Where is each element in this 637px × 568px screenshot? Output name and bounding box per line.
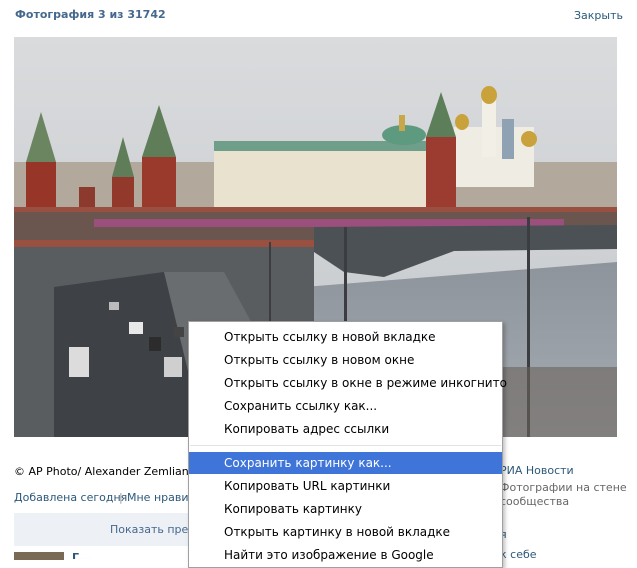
photo-copyright: © AP Photo/ Alexander Zemlianichenko bbox=[14, 465, 190, 478]
page-title: Фотография 3 из 31742 bbox=[15, 8, 166, 21]
separator: | bbox=[119, 491, 123, 504]
menu-item-copy-link-address[interactable]: Копировать адрес ссылки bbox=[189, 418, 502, 440]
menu-item-save-image-as[interactable]: Сохранить картинку как... bbox=[189, 452, 502, 474]
menu-item-save-link-as[interactable]: Сохранить ссылку как... bbox=[189, 395, 502, 417]
wall-photos-label-line2: сообщества bbox=[500, 495, 570, 508]
menu-item-copy-image[interactable]: Копировать картинку bbox=[189, 498, 502, 520]
menu-item-open-link-new-window[interactable]: Открыть ссылку в новом окне bbox=[189, 349, 502, 371]
added-date-link[interactable]: Добавлена сегодня bbox=[14, 491, 127, 504]
context-menu: Открыть ссылку в новой вкладке Открыть с… bbox=[188, 321, 507, 568]
close-link[interactable]: Закрыть bbox=[574, 9, 623, 22]
menu-item-search-image-google[interactable]: Найти это изображение в Google bbox=[189, 544, 502, 566]
album-link[interactable]: РИА Новости bbox=[500, 464, 574, 477]
menu-item-open-link-incognito[interactable]: Открыть ссылку в окне в режиме инкогнито bbox=[189, 372, 507, 394]
menu-item-open-image-new-tab[interactable]: Открыть картинку в новой вкладке bbox=[189, 521, 502, 543]
wall-photos-label-line1: Фотографии на стене bbox=[500, 481, 627, 494]
like-link[interactable]: Мне нравится bbox=[127, 491, 189, 504]
menu-item-copy-image-url[interactable]: Копировать URL картинки bbox=[189, 475, 502, 497]
save-to-me-link[interactable]: к себе bbox=[500, 548, 537, 561]
commenter-name[interactable]: Г... bbox=[72, 551, 112, 559]
show-comments-link[interactable]: Показать предыдущие комментарии bbox=[110, 523, 188, 536]
menu-separator bbox=[190, 445, 501, 446]
menu-item-open-link-new-tab[interactable]: Открыть ссылку в новой вкладке bbox=[189, 326, 502, 348]
